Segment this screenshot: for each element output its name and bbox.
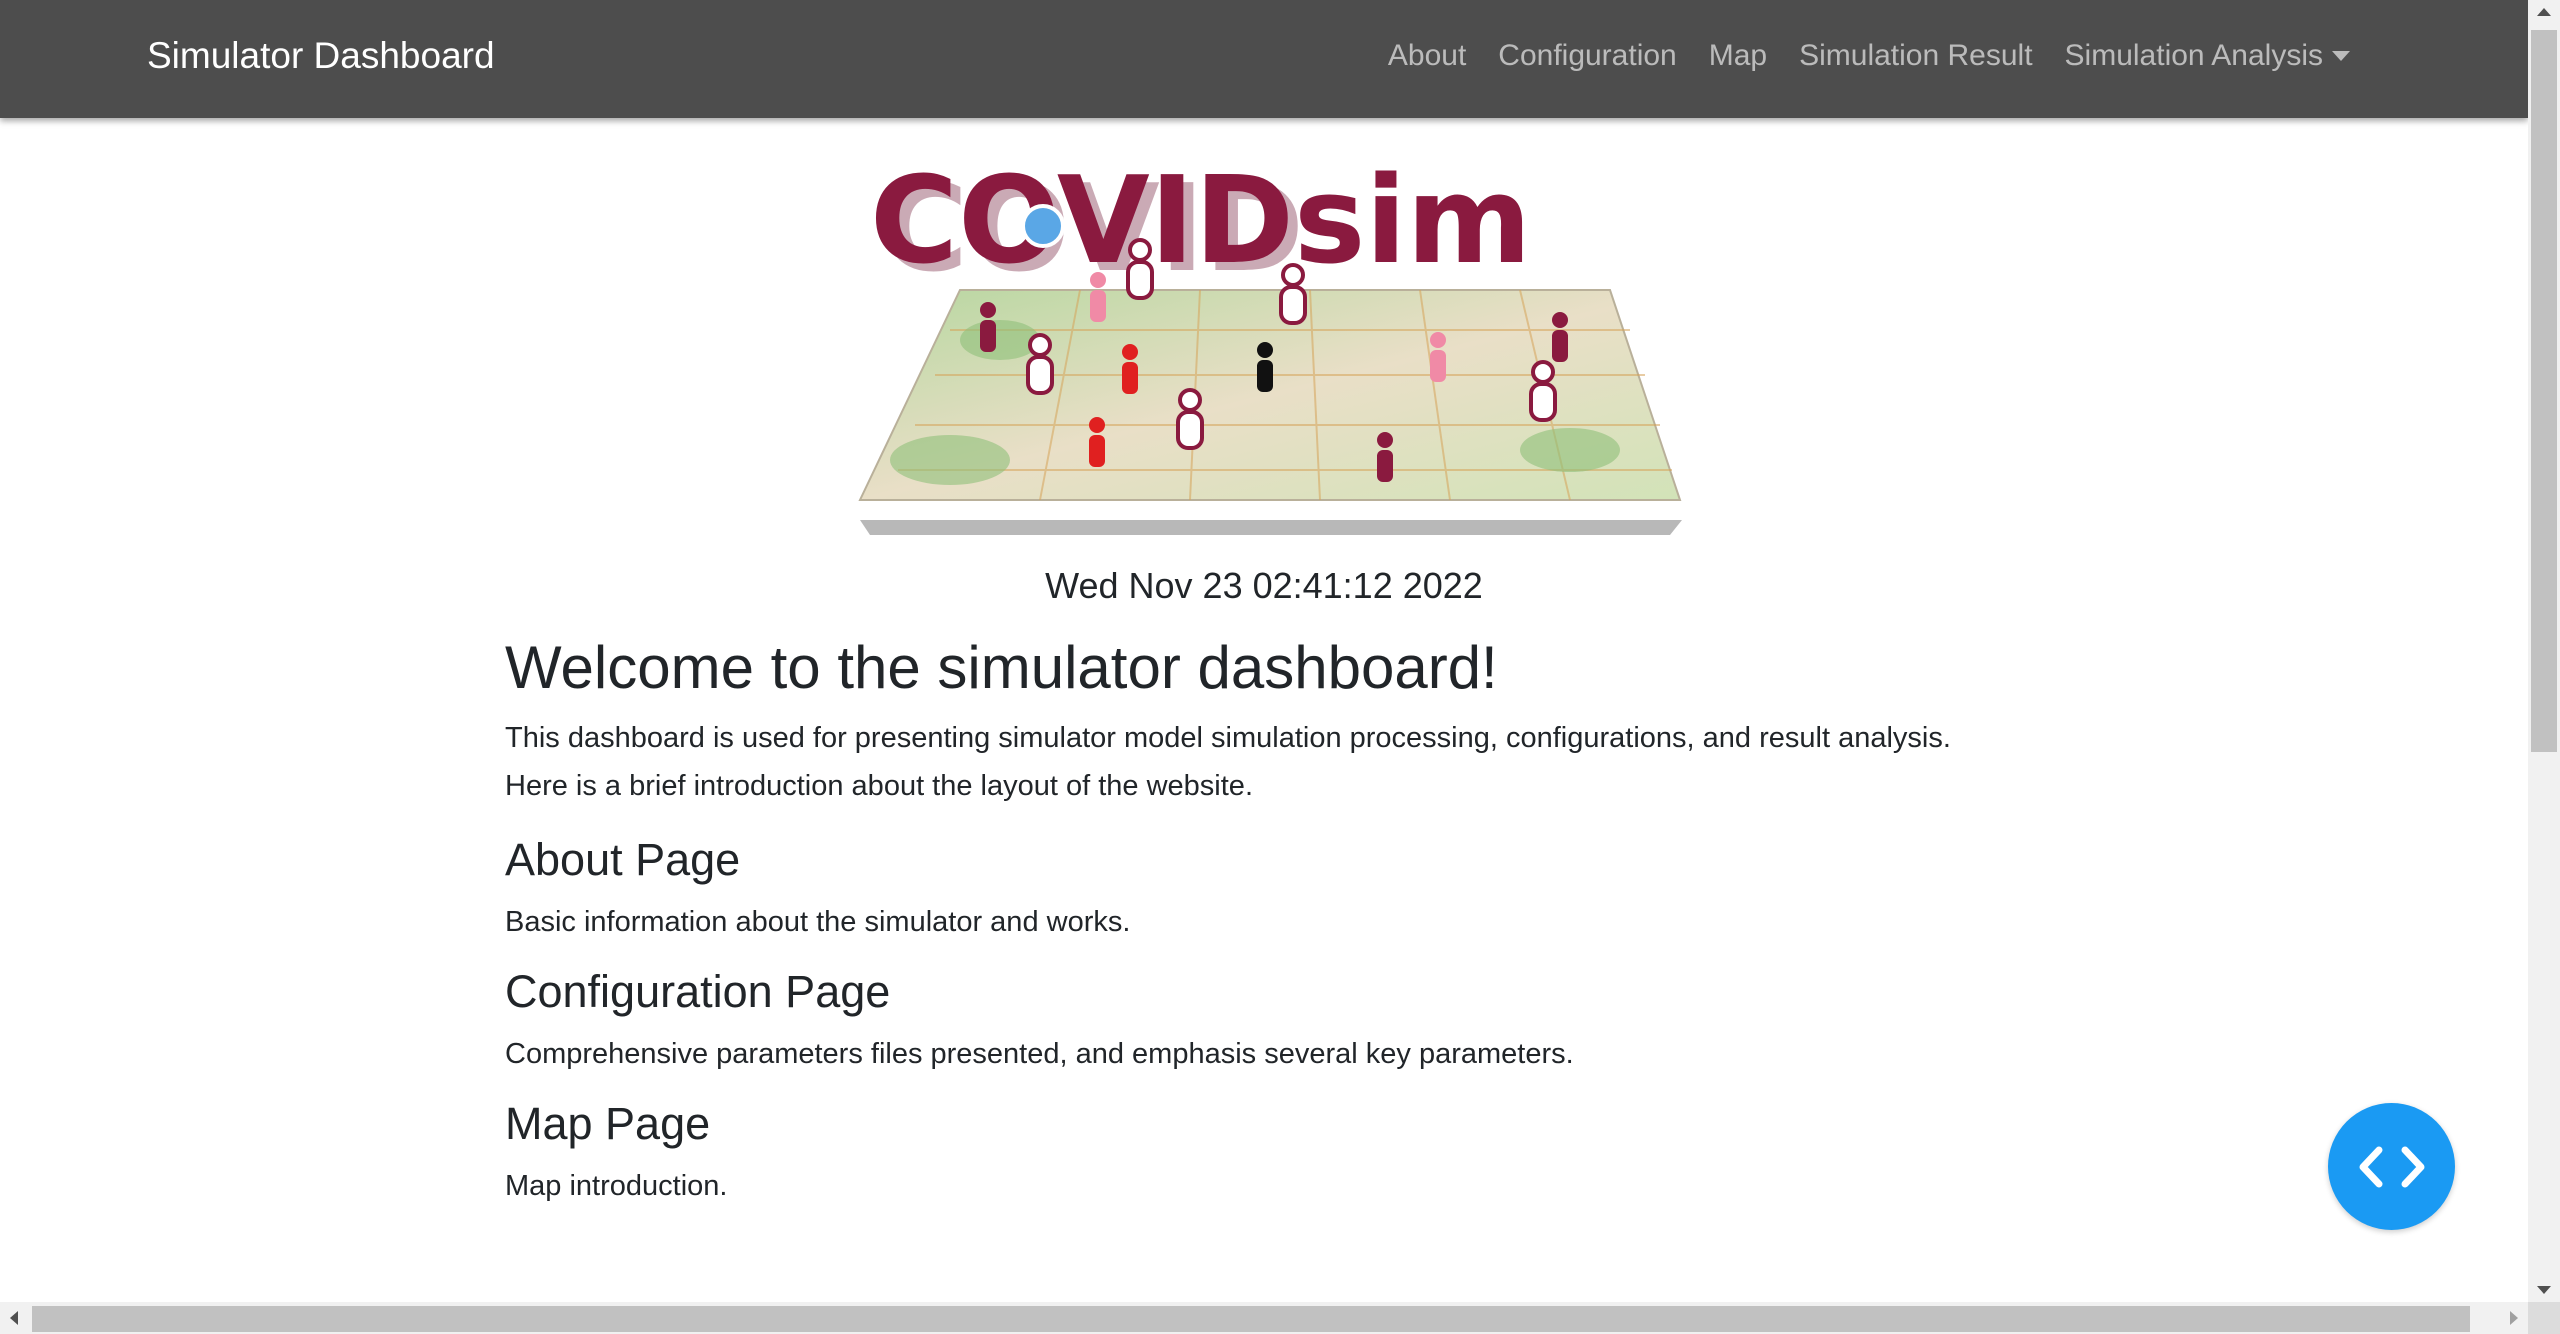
nav-dropdown-label: Simulation Analysis [2064,39,2323,72]
page-title: Welcome to the simulator dashboard! [505,634,1498,701]
scroll-left-arrow-icon[interactable] [10,1311,18,1325]
vertical-scrollbar[interactable] [2528,0,2560,1302]
scroll-down-arrow-icon[interactable] [2537,1286,2551,1294]
code-brackets-icon [2359,1146,2424,1187]
top-navbar: Simulator Dashboard About Configuration … [0,0,2528,118]
nav-link-simulation-result[interactable]: Simulation Result [1799,39,2032,73]
nav-link-about[interactable]: About [1388,39,1466,73]
caret-down-icon [2332,51,2350,61]
nav-link-map[interactable]: Map [1709,39,1767,73]
logo-title-text: COVIDsim [870,152,1532,291]
vertical-scroll-thumb[interactable] [2531,30,2557,752]
scroll-up-arrow-icon[interactable] [2537,8,2551,16]
covidsim-logo: COVID COVIDsim [840,140,1700,540]
section-heading-configuration: Configuration Page [505,966,891,1017]
intro-text-line1: This dashboard is used for presenting si… [505,722,1951,754]
horizontal-scroll-thumb[interactable] [32,1306,2470,1332]
current-date: Wed Nov 23 02:41:12 2022 [1045,565,1483,606]
main-content: Welcome to the simulator dashboard! This… [505,630,2025,1206]
section-heading-about: About Page [505,834,741,885]
section-text-configuration: Comprehensive parameters files presented… [505,1038,1574,1070]
section-text-map: Map introduction. [505,1170,728,1202]
scrollbar-corner [2528,1302,2560,1334]
horizontal-scrollbar[interactable] [0,1302,2528,1334]
scroll-right-arrow-icon[interactable] [2510,1311,2518,1325]
navbar-brand[interactable]: Simulator Dashboard [147,30,495,82]
nav-links: About Configuration Map Simulation Resul… [1356,30,2350,82]
code-toggle-button[interactable] [2328,1103,2455,1230]
nav-link-configuration[interactable]: Configuration [1498,39,1676,73]
intro-text-line2: Here is a brief introduction about the l… [505,770,1253,802]
section-text-about: Basic information about the simulator an… [505,906,1131,938]
nav-dropdown-simulation-analysis[interactable]: Simulation Analysis [2065,39,2350,73]
covidsim-logo-image: COVID COVIDsim [858,152,1682,535]
section-heading-map: Map Page [505,1098,711,1149]
